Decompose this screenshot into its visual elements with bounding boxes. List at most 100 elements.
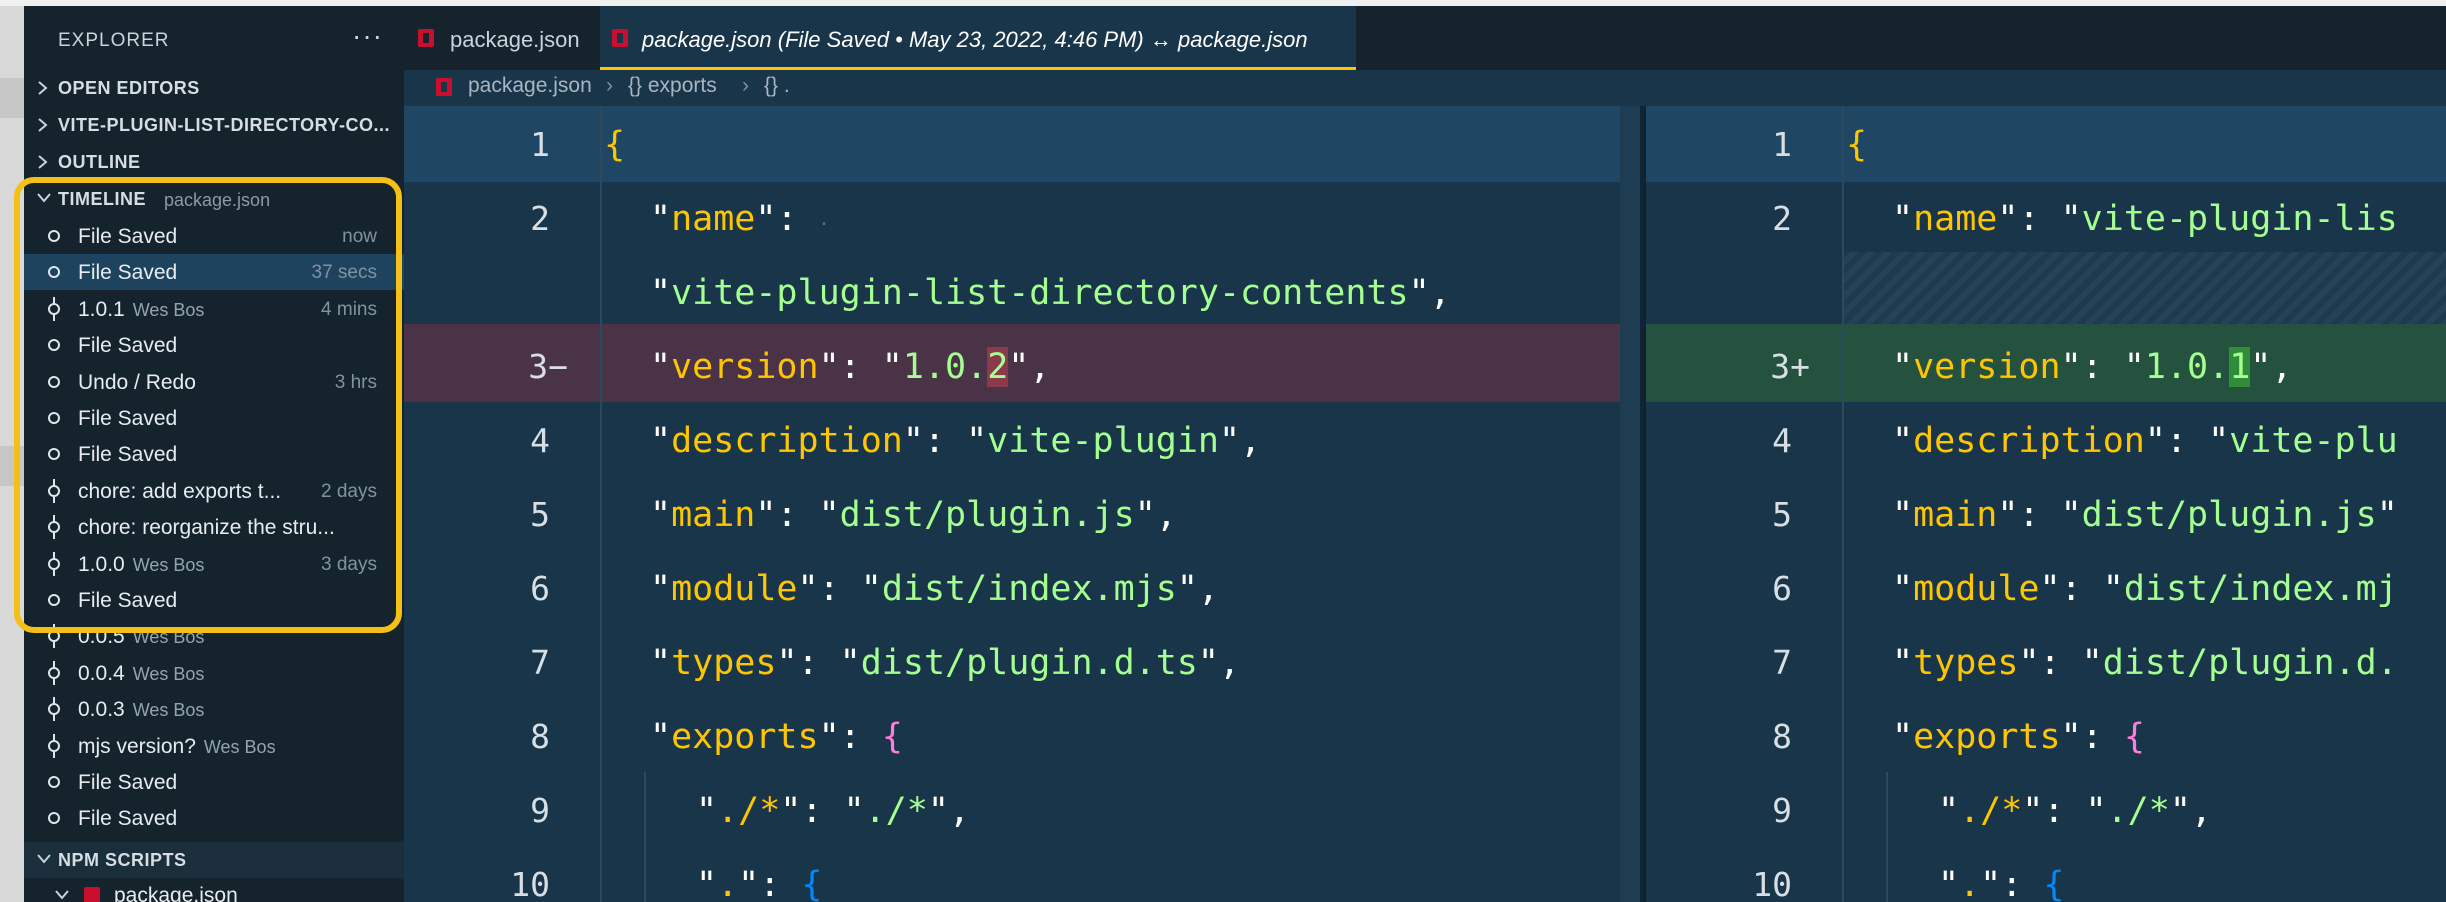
timeline-item-title: File Saved (78, 334, 178, 357)
section-outline[interactable]: OUTLINE (24, 144, 404, 180)
code-line-added: "version": "1.0.1", (1892, 347, 2293, 387)
circle-icon (46, 806, 62, 830)
git-commit-icon (46, 697, 62, 721)
code-line: "description": "vite-plu (1892, 421, 2398, 461)
code-line: "./*": "./*", (696, 791, 970, 831)
timeline-item[interactable]: File Saved (24, 800, 404, 836)
line-number: 1 (530, 125, 550, 164)
deleted-char: 2 (987, 347, 1009, 387)
timeline-item-author: Wes Bos (203, 737, 276, 757)
circle-icon (46, 260, 62, 284)
timeline-item-title: File Saved (78, 225, 178, 248)
timeline-item-time: 2 days (321, 481, 377, 502)
json-key: types (1913, 643, 2019, 683)
timeline-item-time: 37 secs (311, 262, 377, 283)
json-key: . (717, 865, 739, 902)
timeline-item-time: 4 mins (321, 299, 377, 320)
diff-modified-pane[interactable]: 1 2 3+ 4 5 6 7 8 9 10 { "name": "vite-pl… (1644, 106, 2446, 902)
git-commit-icon (46, 624, 62, 648)
line-number: 2 (530, 199, 550, 238)
activity-strip (0, 6, 24, 902)
git-commit-icon (46, 734, 62, 758)
json-key: name (1913, 199, 1998, 239)
chevron-right-icon (34, 144, 54, 180)
timeline-item[interactable]: File Saved (24, 764, 404, 800)
timeline-item-title: mjs version? (78, 735, 196, 758)
json-string: vite-plugin-list-directory-contents (671, 273, 1409, 313)
line-number: 6 (530, 569, 550, 608)
timeline-item-title: 1.0.0 (78, 553, 125, 576)
timeline-item[interactable]: mjs version? Wes Bos (24, 728, 404, 764)
timeline-item-title: File Saved (78, 407, 178, 430)
json-key: exports (671, 717, 819, 757)
breadcrumb-file[interactable]: package.json (468, 74, 592, 98)
json-key: version (671, 347, 819, 387)
diff-original-pane[interactable]: 1 2 3− 4 5 6 7 8 9 10 { "name": · "vite-… (404, 106, 1644, 902)
timeline-item[interactable]: File Saved (24, 436, 404, 472)
timeline-item[interactable]: chore: add exports t... 2 days (24, 473, 404, 509)
explorer-sidebar: EXPLORER ··· OPEN EDITORS VITE-PLUGIN-LI… (24, 6, 404, 902)
timeline-item[interactable]: File Saved now (24, 218, 404, 254)
timeline-item-label: 1.0.1 Wes Bos (78, 298, 204, 322)
chevron-right-icon (34, 70, 54, 106)
code-line: "main": "dist/plugin.js" (1892, 495, 2398, 535)
section-open-editors[interactable]: OPEN EDITORS (24, 70, 404, 106)
timeline-item-title: File Saved (78, 771, 178, 794)
json-string: vite-plu (2229, 421, 2398, 461)
code-line: "module": "dist/index.mjs", (650, 569, 1219, 609)
ellipsis-icon[interactable]: ··· (352, 20, 383, 52)
code-line: "name": · (650, 199, 830, 239)
section-timeline[interactable]: TIMELINE package.json (24, 181, 404, 217)
json-key: . (1959, 865, 1981, 902)
timeline-item[interactable]: File Saved (24, 327, 404, 363)
timeline-item[interactable]: chore: reorganize the stru... (24, 509, 404, 545)
json-string: dist/plugin.js (2081, 495, 2377, 535)
timeline-item-label: File Saved (78, 407, 177, 431)
section-label: VITE-PLUGIN-LIST-DIRECTORY-CO... (58, 115, 391, 135)
timeline-item-label: File Saved (78, 589, 177, 613)
section-project[interactable]: VITE-PLUGIN-LIST-DIRECTORY-CO... (24, 107, 404, 143)
json-key: exports (1913, 717, 2061, 757)
code-line: "module": "dist/index.mj (1892, 569, 2398, 609)
timeline-item-label: chore: add exports t... (78, 480, 281, 504)
json-key: types (671, 643, 777, 683)
breadcrumb-dot[interactable]: {} . (764, 74, 790, 98)
timeline-item[interactable]: File Saved 37 secs (24, 254, 404, 290)
timeline-item-label: File Saved (78, 261, 177, 285)
timeline-item[interactable]: Undo / Redo 3 hrs (24, 364, 404, 400)
json-key: module (671, 569, 798, 609)
chevron-right-icon: › (606, 74, 613, 97)
line-number-gutter: 1 2 3+ 4 5 6 7 8 9 10 (1646, 106, 1810, 902)
breadcrumb-exports[interactable]: {} exports (628, 74, 717, 98)
timeline-item[interactable]: File Saved (24, 400, 404, 436)
json-string: dist/plugin.js (839, 495, 1135, 535)
json-key: description (671, 421, 903, 461)
line-number: 7 (1772, 643, 1792, 682)
json-string: dist/index.mjs (881, 569, 1177, 609)
tab-diff[interactable]: package.json (File Saved • May 23, 2022,… (600, 6, 1356, 70)
npm-script-file[interactable]: package.json (24, 878, 404, 902)
activity-marker (0, 78, 24, 118)
tab-label: package.json (File Saved • May 23, 2022,… (642, 27, 1308, 52)
code-line: { (604, 125, 626, 165)
circle-icon (46, 406, 62, 430)
line-number: 9 (1772, 791, 1792, 830)
timeline-item[interactable]: 0.0.3 Wes Bos (24, 691, 404, 727)
timeline-item[interactable]: 1.0.1 Wes Bos 4 mins (24, 291, 404, 327)
section-npm-scripts[interactable]: NPM SCRIPTS (24, 842, 404, 878)
timeline-item[interactable]: 1.0.0 Wes Bos 3 days (24, 546, 404, 582)
timeline-item[interactable]: File Saved (24, 582, 404, 618)
json-key: main (1913, 495, 1998, 535)
tab-package-json[interactable]: package.json (404, 6, 600, 70)
line-number-gutter: 1 2 3− 4 5 6 7 8 9 10 (404, 106, 568, 902)
timeline-item[interactable]: 0.0.5 Wes Bos (24, 618, 404, 654)
code-line: "exports": { (1892, 717, 2145, 757)
timeline-item[interactable]: 0.0.4 Wes Bos (24, 655, 404, 691)
circle-icon (46, 770, 62, 794)
json-key: main (671, 495, 756, 535)
line-number: 1 (1772, 125, 1792, 164)
json-string: 1.0. (2144, 347, 2230, 387)
json-string: dist/index.mj (2123, 569, 2398, 609)
circle-icon (46, 442, 62, 466)
json-key: module (1913, 569, 2040, 609)
